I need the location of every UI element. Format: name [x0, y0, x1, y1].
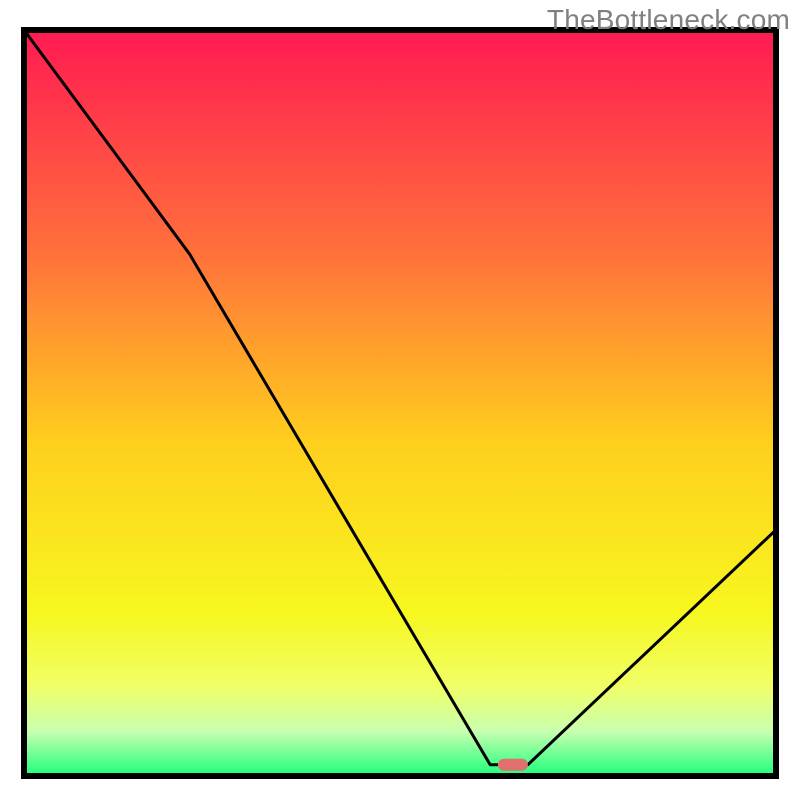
plot-area [24, 30, 776, 776]
watermark-text: TheBottleneck.com [547, 4, 790, 36]
chart-container: TheBottleneck.com [0, 0, 800, 800]
optimal-marker [498, 759, 528, 771]
bottleneck-chart [0, 0, 800, 800]
gradient-background [24, 30, 776, 776]
